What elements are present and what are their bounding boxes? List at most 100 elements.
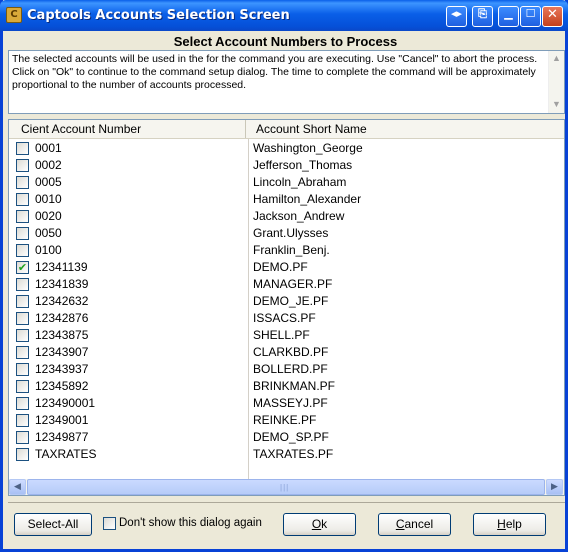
row-checkbox[interactable] [16, 142, 29, 155]
list-item[interactable]: 123490001 MASSEYJ.PF [9, 395, 564, 412]
row-checkbox[interactable] [16, 210, 29, 223]
list-header: Cient Account Number Account Short Name [9, 120, 564, 139]
account-short-name: Franklin_Benj. [253, 243, 330, 257]
account-number: 0010 [35, 192, 62, 206]
account-short-name: MASSEYJ.PF [253, 396, 328, 410]
list-item[interactable]: 0050 Grant.Ulysses [9, 225, 564, 242]
row-checkbox[interactable] [16, 448, 29, 461]
account-number: 0050 [35, 226, 62, 240]
list-item[interactable]: 0001 Washington_George [9, 140, 564, 157]
dialog-window: C Captools Accounts Selection Screen ◂▸ … [0, 0, 568, 552]
column-header-short-name[interactable]: Account Short Name [246, 120, 564, 138]
help-access-key: H [497, 517, 506, 531]
help-label: elp [505, 517, 522, 531]
row-checkbox[interactable] [16, 278, 29, 291]
help-button[interactable]: Help [473, 513, 546, 536]
list-item[interactable]: 12342876 ISSACS.PF [9, 310, 564, 327]
scroll-up-icon[interactable]: ▲ [552, 53, 561, 63]
dont-show-label: Don't show this dialog again [119, 517, 262, 529]
account-number: 0100 [35, 243, 62, 257]
account-number: 0002 [35, 158, 62, 172]
ok-access-key: O [311, 517, 322, 531]
list-item[interactable]: 0020 Jackson_Andrew [9, 208, 564, 225]
dont-show-checkbox[interactable] [103, 517, 116, 530]
list-item[interactable]: TAXRATES TAXRATES.PF [9, 446, 564, 463]
account-short-name: Jackson_Andrew [253, 209, 345, 223]
account-short-name: CLARKBD.PF [253, 345, 329, 359]
scroll-down-icon[interactable]: ▼ [552, 99, 561, 109]
row-checkbox[interactable] [16, 363, 29, 376]
account-short-name: TAXRATES.PF [253, 447, 334, 461]
row-checkbox[interactable] [16, 312, 29, 325]
close-icon[interactable]: ✕ [542, 6, 563, 27]
description-scrollbar[interactable]: ▲ ▼ [548, 51, 564, 113]
row-checkbox[interactable] [16, 414, 29, 427]
section-heading: Select Account Numbers to Process [173, 34, 398, 49]
account-number: 12349001 [35, 413, 89, 427]
window-title: Captools Accounts Selection Screen [27, 8, 290, 23]
horizontal-scrollbar[interactable]: ◀ ||| ▶ [9, 479, 564, 495]
scroll-right-icon[interactable]: ▶ [546, 479, 563, 495]
account-number: 12341139 [35, 260, 88, 274]
ok-label: k [321, 517, 328, 531]
cancel-button[interactable]: Cancel [378, 513, 451, 536]
list-item[interactable]: 0002 Jefferson_Thomas [9, 157, 564, 174]
row-checkbox[interactable] [16, 176, 29, 189]
account-number: 12342876 [35, 311, 89, 325]
list-item[interactable]: 12349001 REINKE.PF [9, 412, 564, 429]
row-checkbox[interactable] [16, 227, 29, 240]
list-item[interactable]: 12341839 MANAGER.PF [9, 276, 564, 293]
list-item[interactable]: ✔ 12341139 DEMO.PF [9, 259, 564, 276]
row-checkbox[interactable] [16, 159, 29, 172]
account-number: 123490001 [35, 396, 96, 410]
account-short-name: Hamilton_Alexander [253, 192, 362, 206]
row-checkbox[interactable] [16, 431, 29, 444]
list-item[interactable]: 0100 Franklin_Benj. [9, 242, 564, 259]
account-number: 12345892 [35, 379, 89, 393]
account-number: 12342632 [35, 294, 89, 308]
accounts-list[interactable]: Cient Account Number Account Short Name … [8, 119, 565, 496]
app-icon: C [6, 7, 22, 23]
account-number: 12341839 [35, 277, 89, 291]
ok-button[interactable]: Ok [283, 513, 356, 536]
account-number: 12343937 [35, 362, 89, 376]
description-text: The selected accounts will be used in th… [12, 53, 538, 91]
row-checkbox[interactable] [16, 193, 29, 206]
row-checkbox[interactable] [16, 295, 29, 308]
account-short-name: SHELL.PF [253, 328, 310, 342]
account-short-name: DEMO_SP.PF [253, 430, 329, 444]
account-short-name: ISSACS.PF [253, 311, 316, 325]
scroll-thumb[interactable]: ||| [27, 479, 545, 495]
list-item[interactable]: 0010 Hamilton_Alexander [9, 191, 564, 208]
row-checkbox[interactable]: ✔ [16, 261, 29, 274]
list-item[interactable]: 0005 Lincoln_Abraham [9, 174, 564, 191]
account-number: 12343875 [35, 328, 89, 342]
account-short-name: Lincoln_Abraham [253, 175, 347, 189]
resize-icon[interactable]: ◂▸ [446, 6, 467, 27]
row-checkbox[interactable] [16, 380, 29, 393]
list-item[interactable]: 12343875 SHELL.PF [9, 327, 564, 344]
divider [8, 502, 565, 503]
minimize-icon[interactable]: ▁ [498, 6, 519, 27]
maximize-icon[interactable]: ☐ [520, 6, 541, 27]
account-number: 12343907 [35, 345, 89, 359]
list-item[interactable]: 12343907 CLARKBD.PF [9, 344, 564, 361]
list-item[interactable]: 12343937 BOLLERD.PF [9, 361, 564, 378]
column-header-account-number[interactable]: Cient Account Number [9, 120, 246, 138]
list-item[interactable]: 12342632 DEMO_JE.PF [9, 293, 564, 310]
list-item[interactable]: 12345892 BRINKMAN.PF [9, 378, 564, 395]
account-number: 12349877 [35, 430, 89, 444]
grip-icon: ||| [280, 483, 290, 492]
account-short-name: Washington_George [253, 141, 363, 155]
row-checkbox[interactable] [16, 244, 29, 257]
select-all-button[interactable]: Select-All [14, 513, 92, 536]
row-checkbox[interactable] [16, 329, 29, 342]
row-checkbox[interactable] [16, 397, 29, 410]
row-checkbox[interactable] [16, 346, 29, 359]
scroll-left-icon[interactable]: ◀ [9, 479, 26, 495]
title-bar[interactable]: C Captools Accounts Selection Screen ◂▸ … [0, 0, 568, 31]
list-item[interactable]: 12349877 DEMO_SP.PF [9, 429, 564, 446]
export-icon[interactable]: ⎘ [472, 6, 493, 27]
list-rows: 0001 Washington_George 0002 Jefferson_Thoma… [9, 140, 564, 463]
account-short-name: DEMO.PF [253, 260, 308, 274]
